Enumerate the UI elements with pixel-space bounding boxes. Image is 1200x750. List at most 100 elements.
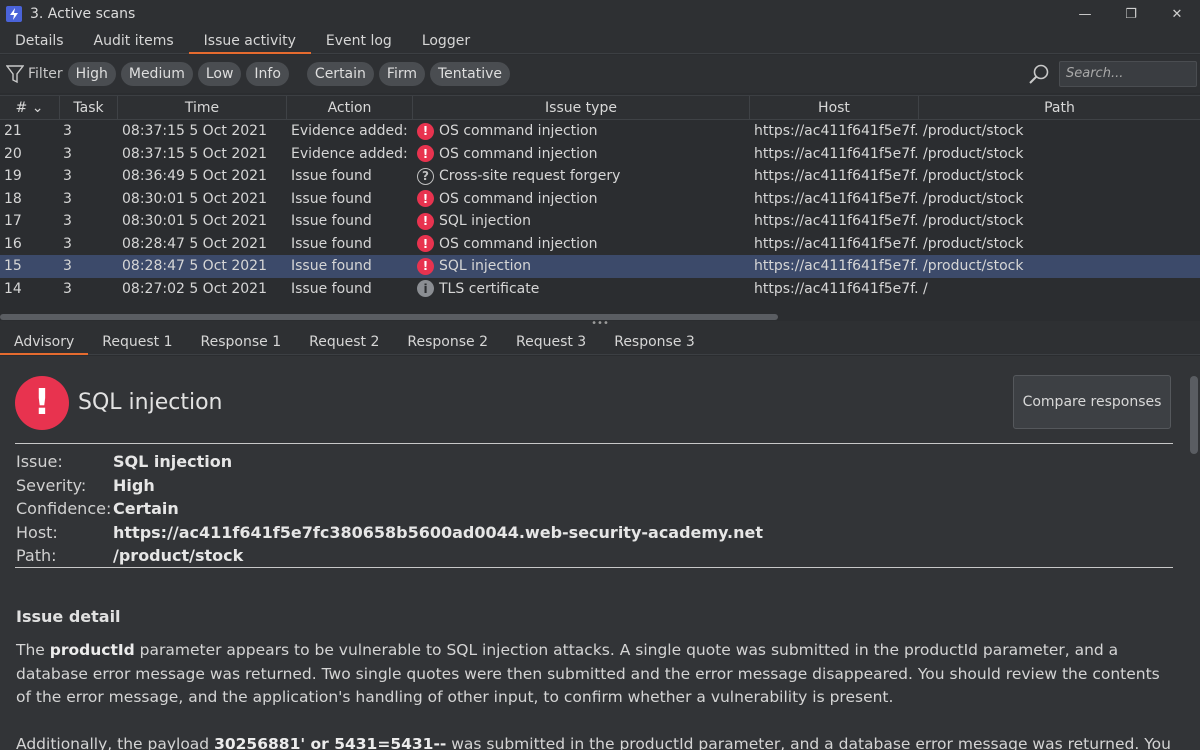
- cell-time: 08:30:01 5 Oct 2021: [122, 190, 267, 207]
- cell-time: 08:36:49 5 Oct 2021: [122, 168, 267, 184]
- issue-detail-paragraph-2: Additionally, the payload 30256881' or 5…: [16, 733, 1176, 750]
- text-span: parameter appears to be vulnerable to SQ…: [16, 641, 1160, 706]
- advisory-title: SQL injection: [78, 390, 223, 415]
- detail-row-issue: Issue: SQL injection: [16, 450, 763, 474]
- tab-response-3[interactable]: Response 3: [600, 329, 709, 355]
- table-row[interactable]: 19 3 08:36:49 5 Oct 2021 Issue found? Cross-…: [0, 165, 1200, 188]
- tab-event-log[interactable]: Event log: [311, 28, 407, 54]
- high-severity-icon: !: [417, 257, 434, 275]
- issue-detail-paragraph: The productId parameter appears to be vu…: [16, 639, 1176, 710]
- tab-request-1[interactable]: Request 1: [88, 329, 186, 355]
- cell-issue-type: ! OS command injection: [413, 233, 750, 256]
- cell-path: /product/stock: [923, 235, 1024, 252]
- table-row[interactable]: 14 3 08:27:02 5 Oct 2021 Issue found i TLS ce…: [0, 278, 1200, 301]
- cell-issue-type: ! OS command injection: [413, 143, 750, 166]
- search-icon[interactable]: [1028, 63, 1050, 85]
- tab-advisory[interactable]: Advisory: [0, 329, 89, 355]
- column-header-time[interactable]: Time: [118, 96, 287, 120]
- tab-logger[interactable]: Logger: [407, 28, 485, 54]
- cell-host: https://ac411f641f5e7f...: [754, 168, 919, 184]
- restore-button[interactable]: ❐: [1108, 0, 1154, 28]
- filter-chip-tentative[interactable]: Tentative: [429, 62, 510, 86]
- detail-value-host: https://ac411f641f5e7fc380658b5600ad0044…: [113, 522, 764, 542]
- issue-type-label: TLS certificate: [439, 280, 540, 297]
- detail-value-path: /product/stock: [113, 546, 244, 565]
- cell-path: /: [923, 280, 928, 297]
- column-header-host[interactable]: Host: [750, 96, 919, 120]
- column-header-issue-type[interactable]: Issue type: [413, 96, 750, 120]
- question-icon: ?: [417, 167, 434, 185]
- column-header-task[interactable]: Task: [60, 96, 118, 120]
- cell-number: 14: [4, 280, 22, 297]
- tab-details[interactable]: Details: [0, 28, 79, 54]
- filter-chip-certain[interactable]: Certain: [306, 62, 374, 86]
- cell-host: https://ac411f641f5e7f...: [754, 190, 919, 207]
- search-input[interactable]: Search...: [1059, 61, 1197, 87]
- divider: [15, 443, 1173, 444]
- tab-issue-activity[interactable]: Issue activity: [188, 28, 312, 54]
- cell-number: 19: [4, 168, 22, 184]
- table-row[interactable]: 20 3 08:37:15 5 Oct 2021 Evidence added: ..…: [0, 143, 1200, 166]
- cell-number: 18: [4, 190, 22, 207]
- cell-action: Evidence added: ...: [291, 145, 413, 162]
- detail-label: Confidence:: [16, 499, 112, 518]
- tab-response-2[interactable]: Response 2: [393, 329, 502, 355]
- cell-time: 08:37:15 5 Oct 2021: [122, 145, 267, 162]
- vertical-scrollbar[interactable]: [1188, 356, 1200, 750]
- cell-action: Issue found: [291, 190, 372, 207]
- issue-detail-heading: Issue detail: [16, 607, 121, 626]
- cell-task: 3: [63, 213, 72, 229]
- cell-path: /product/stock: [923, 258, 1024, 274]
- tab-request-3[interactable]: Request 3: [502, 329, 600, 355]
- filter-label: Filter: [28, 66, 63, 82]
- detail-row-confidence: Confidence: Certain: [16, 497, 763, 521]
- pane-splitter[interactable]: •••: [0, 319, 1200, 329]
- horizontal-scrollbar-thumb[interactable]: [0, 314, 778, 320]
- detail-label: Path:: [16, 546, 57, 565]
- filter-bar: Filter High Medium Low Info Certain Firm…: [0, 55, 1200, 93]
- cell-path: /product/stock: [923, 168, 1024, 184]
- table-row[interactable]: 18 3 08:30:01 5 Oct 2021 Issue found! OS com…: [0, 188, 1200, 211]
- table-row[interactable]: 17 3 08:30:01 5 Oct 2021 Issue found! SQL in…: [0, 210, 1200, 233]
- vertical-scrollbar-thumb[interactable]: [1190, 376, 1198, 454]
- cell-host: https://ac411f641f5e7f...: [754, 145, 919, 162]
- close-button[interactable]: ✕: [1154, 0, 1200, 28]
- parameter-name: productId: [49, 641, 135, 659]
- detail-value-confidence: Certain: [113, 499, 179, 518]
- table-row[interactable]: 16 3 08:28:47 5 Oct 2021 Issue found! OS com…: [0, 233, 1200, 256]
- cell-task: 3: [63, 168, 72, 184]
- filter-chip-medium[interactable]: Medium: [120, 62, 193, 86]
- burp-app-icon: [6, 6, 22, 22]
- minimize-button[interactable]: —: [1062, 0, 1108, 28]
- column-header-action[interactable]: Action: [287, 96, 413, 120]
- cell-host: https://ac411f641f5e7f...: [754, 213, 919, 229]
- window-title: 3. Active scans: [30, 6, 136, 22]
- issue-type-label: OS command injection: [439, 190, 598, 207]
- table-row[interactable]: 21 3 08:37:15 5 Oct 2021 Evidence added: ..…: [0, 120, 1200, 143]
- detail-label: Severity:: [16, 475, 87, 495]
- detail-value-issue: SQL injection: [113, 452, 233, 471]
- column-header-number[interactable]: # ⌄: [0, 96, 60, 120]
- high-severity-icon: !: [417, 212, 434, 230]
- issue-type-label: SQL injection: [439, 258, 531, 274]
- compare-responses-button[interactable]: Compare responses: [1013, 375, 1171, 429]
- filter-chip-high[interactable]: High: [67, 62, 116, 86]
- filter-chip-info[interactable]: Info: [246, 62, 289, 86]
- filter-icon[interactable]: [6, 64, 24, 84]
- cell-time: 08:30:01 5 Oct 2021: [122, 213, 267, 229]
- table-row[interactable]: 15 3 08:28:47 5 Oct 2021 Issue found! SQL in…: [0, 255, 1200, 278]
- cell-time: 08:37:15 5 Oct 2021: [122, 123, 267, 139]
- issue-details: Issue: SQL injection Severity: High Conf…: [16, 450, 763, 568]
- cell-action: Issue found: [291, 168, 372, 184]
- cell-number: 17: [4, 213, 22, 229]
- tab-audit-items[interactable]: Audit items: [79, 28, 189, 54]
- tab-request-2[interactable]: Request 2: [295, 329, 393, 355]
- filter-chip-low[interactable]: Low: [197, 62, 242, 86]
- cell-issue-type: i TLS certificate: [413, 278, 750, 301]
- tab-response-1[interactable]: Response 1: [187, 329, 296, 355]
- table-header: # ⌄ Task Time Action Issue type Host Pat…: [0, 96, 1200, 120]
- filter-chip-firm[interactable]: Firm: [378, 62, 425, 86]
- detail-label: Issue:: [16, 452, 63, 471]
- issue-type-label: OS command injection: [439, 123, 598, 139]
- column-header-path[interactable]: Path: [919, 96, 1200, 120]
